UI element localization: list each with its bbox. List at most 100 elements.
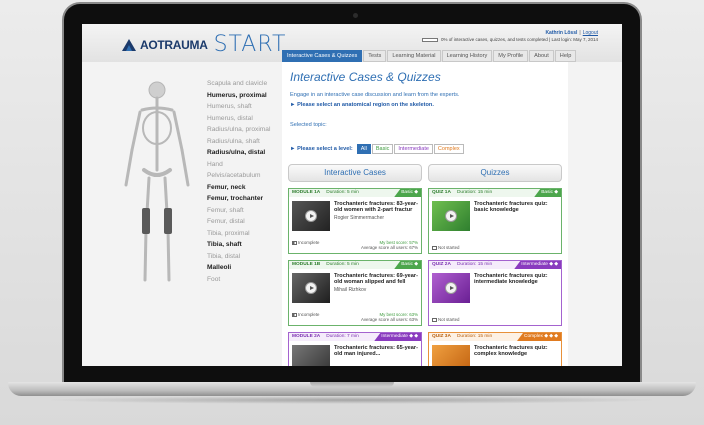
region-item[interactable]: Foot: [207, 274, 270, 286]
case-thumbnail[interactable]: [292, 201, 330, 231]
card-body: Trochanteric fractures: 83-year-old wome…: [289, 197, 421, 231]
card-header: QUIZ 1A Duration: 15 min Basic ◆: [429, 189, 561, 197]
card-title[interactable]: Trochanteric fractures quiz: intermediat…: [474, 273, 558, 286]
card-footer: Incomplete My best score: 57% Average sco…: [292, 240, 418, 250]
laptop-notch: [310, 382, 394, 387]
card-author: Mihail Rizhkov: [334, 286, 367, 293]
laptop-lid: AOTRAUMA START Kathrin Lössl | Logout 0% o…: [62, 2, 642, 384]
logo-start: START: [213, 32, 287, 57]
region-item[interactable]: Humerus, proximal: [207, 90, 270, 102]
region-item[interactable]: Tibia, shaft: [207, 239, 270, 251]
play-icon[interactable]: [445, 282, 457, 294]
quiz-card[interactable]: QUIZ 3A Duration: 15 min Complex ◆ ◆ ◆ Tro…: [428, 332, 562, 366]
card-module: QUIZ 1A: [432, 190, 451, 195]
region-item[interactable]: Femur, shaft: [207, 205, 270, 217]
status-text: Not started: [438, 317, 460, 322]
region-item[interactable]: Radius/ulna, proximal: [207, 124, 270, 136]
tab-interactive-cases[interactable]: Interactive Cases & Quizzes: [282, 50, 363, 62]
select-prompt: ► Please select an anatomical region on …: [290, 102, 434, 108]
card-footer: Not started: [432, 245, 558, 250]
logo[interactable]: AOTRAUMA START: [122, 32, 286, 57]
region-item[interactable]: Malleoli: [207, 262, 270, 274]
card-level: Intermediate ◆ ◆: [514, 261, 561, 269]
case-thumbnail[interactable]: [292, 273, 330, 303]
region-item[interactable]: Femur, trochanter: [207, 193, 270, 205]
case-card[interactable]: MODULE 1A Duration: 5 min Basic ◆ Trochant…: [288, 188, 422, 254]
skeleton-image[interactable]: [102, 80, 222, 295]
card-title[interactable]: Trochanteric fractures quiz: basic knowl…: [474, 201, 558, 214]
tab-my-profile[interactable]: My Profile: [493, 50, 529, 62]
region-item[interactable]: Hand: [207, 159, 270, 171]
card-duration: Duration: 15 min: [456, 190, 493, 195]
level-complex-button[interactable]: Complex: [433, 144, 464, 154]
quiz-thumbnail[interactable]: [432, 201, 470, 231]
tab-tests[interactable]: Tests: [363, 50, 387, 62]
logout-link[interactable]: Logout: [583, 30, 598, 36]
incomplete-icon: [292, 241, 297, 245]
card-status: Incomplete: [292, 240, 319, 250]
card-text: Trochanteric fractures quiz: complex kno…: [470, 345, 558, 366]
quiz-thumbnail[interactable]: [432, 273, 470, 303]
status-text: Incomplete: [298, 240, 320, 245]
level-intermediate-button[interactable]: Intermediate: [394, 144, 433, 154]
interactive-cases-header: Interactive Cases: [288, 164, 422, 182]
region-item[interactable]: Humerus, distal: [207, 113, 270, 125]
case-card[interactable]: MODULE 1B Duration: 5 min Basic ◆ Trochant…: [288, 260, 422, 326]
card-duration: Duration: 5 min: [326, 262, 359, 267]
quizzes-header: Quizzes: [428, 164, 562, 182]
region-item[interactable]: Radius/ulna, distal: [207, 147, 270, 159]
quiz-card[interactable]: QUIZ 2A Duration: 15 min Intermediate ◆ ◆ …: [428, 260, 562, 326]
incomplete-icon: [292, 313, 297, 317]
play-icon[interactable]: [445, 210, 457, 222]
region-item[interactable]: Tibia, proximal: [207, 228, 270, 240]
tab-help[interactable]: Help: [554, 50, 577, 62]
level-row: ► Please select a level: All Basic Inter…: [290, 144, 465, 154]
region-item[interactable]: Tibia, distal: [207, 251, 270, 263]
card-module: QUIZ 3A: [432, 334, 451, 339]
region-item[interactable]: Radius/ulna, shaft: [207, 136, 270, 148]
tab-learning-history[interactable]: Learning History: [441, 50, 493, 62]
card-header: QUIZ 2A Duration: 15 min Intermediate ◆ ◆: [429, 261, 561, 269]
card-title[interactable]: Trochanteric fractures: 83-year-old wome…: [334, 201, 418, 214]
level-label: ► Please select a level:: [290, 146, 353, 152]
region-item[interactable]: Pelvis/acetabulum: [207, 170, 270, 182]
quiz-thumbnail[interactable]: [432, 345, 470, 366]
tab-about[interactable]: About: [529, 50, 554, 62]
tab-learning-material[interactable]: Learning Material: [387, 50, 441, 62]
card-title[interactable]: Trochanteric fractures quiz: complex kno…: [474, 345, 558, 358]
card-level: Basic ◆: [534, 189, 561, 197]
card-status: Not started: [432, 245, 459, 250]
main-nav: Interactive Cases & Quizzes Tests Learni…: [282, 50, 577, 62]
region-item[interactable]: Femur, neck: [207, 182, 270, 194]
level-basic-button[interactable]: Basic: [371, 144, 394, 154]
progress-bar: [421, 37, 438, 42]
card-duration: Duration: 7 min: [326, 334, 359, 339]
topic-label: Selected topic:: [290, 122, 327, 128]
play-icon[interactable]: [305, 282, 317, 294]
laptop-base: [8, 382, 696, 396]
status-text: Incomplete: [298, 312, 320, 317]
card-text: Trochanteric fractures: 65-year-old man …: [330, 345, 418, 366]
quiz-card[interactable]: QUIZ 1A Duration: 15 min Basic ◆ Trochante…: [428, 188, 562, 254]
case-card[interactable]: MODULE 2A Duration: 7 min Intermediate ◆ ◆…: [288, 332, 422, 366]
card-level: Basic ◆: [394, 261, 421, 269]
case-thumbnail[interactable]: [292, 345, 330, 366]
region-list: Scapula and clavicle Humerus, proximal Hum…: [207, 78, 270, 285]
card-level: Complex ◆ ◆ ◆: [517, 333, 561, 341]
region-item[interactable]: Scapula and clavicle: [207, 78, 270, 90]
card-title[interactable]: Trochanteric fractures: 65-year-old man …: [334, 345, 418, 358]
laptop-shadow: [40, 396, 664, 404]
intro-text: Engage in an interactive case discussion…: [290, 92, 460, 98]
card-status: Not started: [432, 317, 459, 322]
region-item[interactable]: Femur, distal: [207, 216, 270, 228]
card-text: Trochanteric fractures: 69-year-old woma…: [330, 273, 418, 303]
camera-icon: [353, 13, 358, 18]
play-icon[interactable]: [305, 210, 317, 222]
card-title[interactable]: Trochanteric fractures: 69-year-old woma…: [334, 273, 418, 286]
region-item[interactable]: Humerus, shaft: [207, 101, 270, 113]
level-all-button[interactable]: All: [356, 144, 371, 154]
ao-logo-icon: [122, 38, 136, 51]
card-body: Trochanteric fractures quiz: intermediat…: [429, 269, 561, 303]
card-body: Trochanteric fractures: 65-year-old man …: [289, 341, 421, 366]
user-name: Kathrin Lössl: [545, 30, 578, 36]
